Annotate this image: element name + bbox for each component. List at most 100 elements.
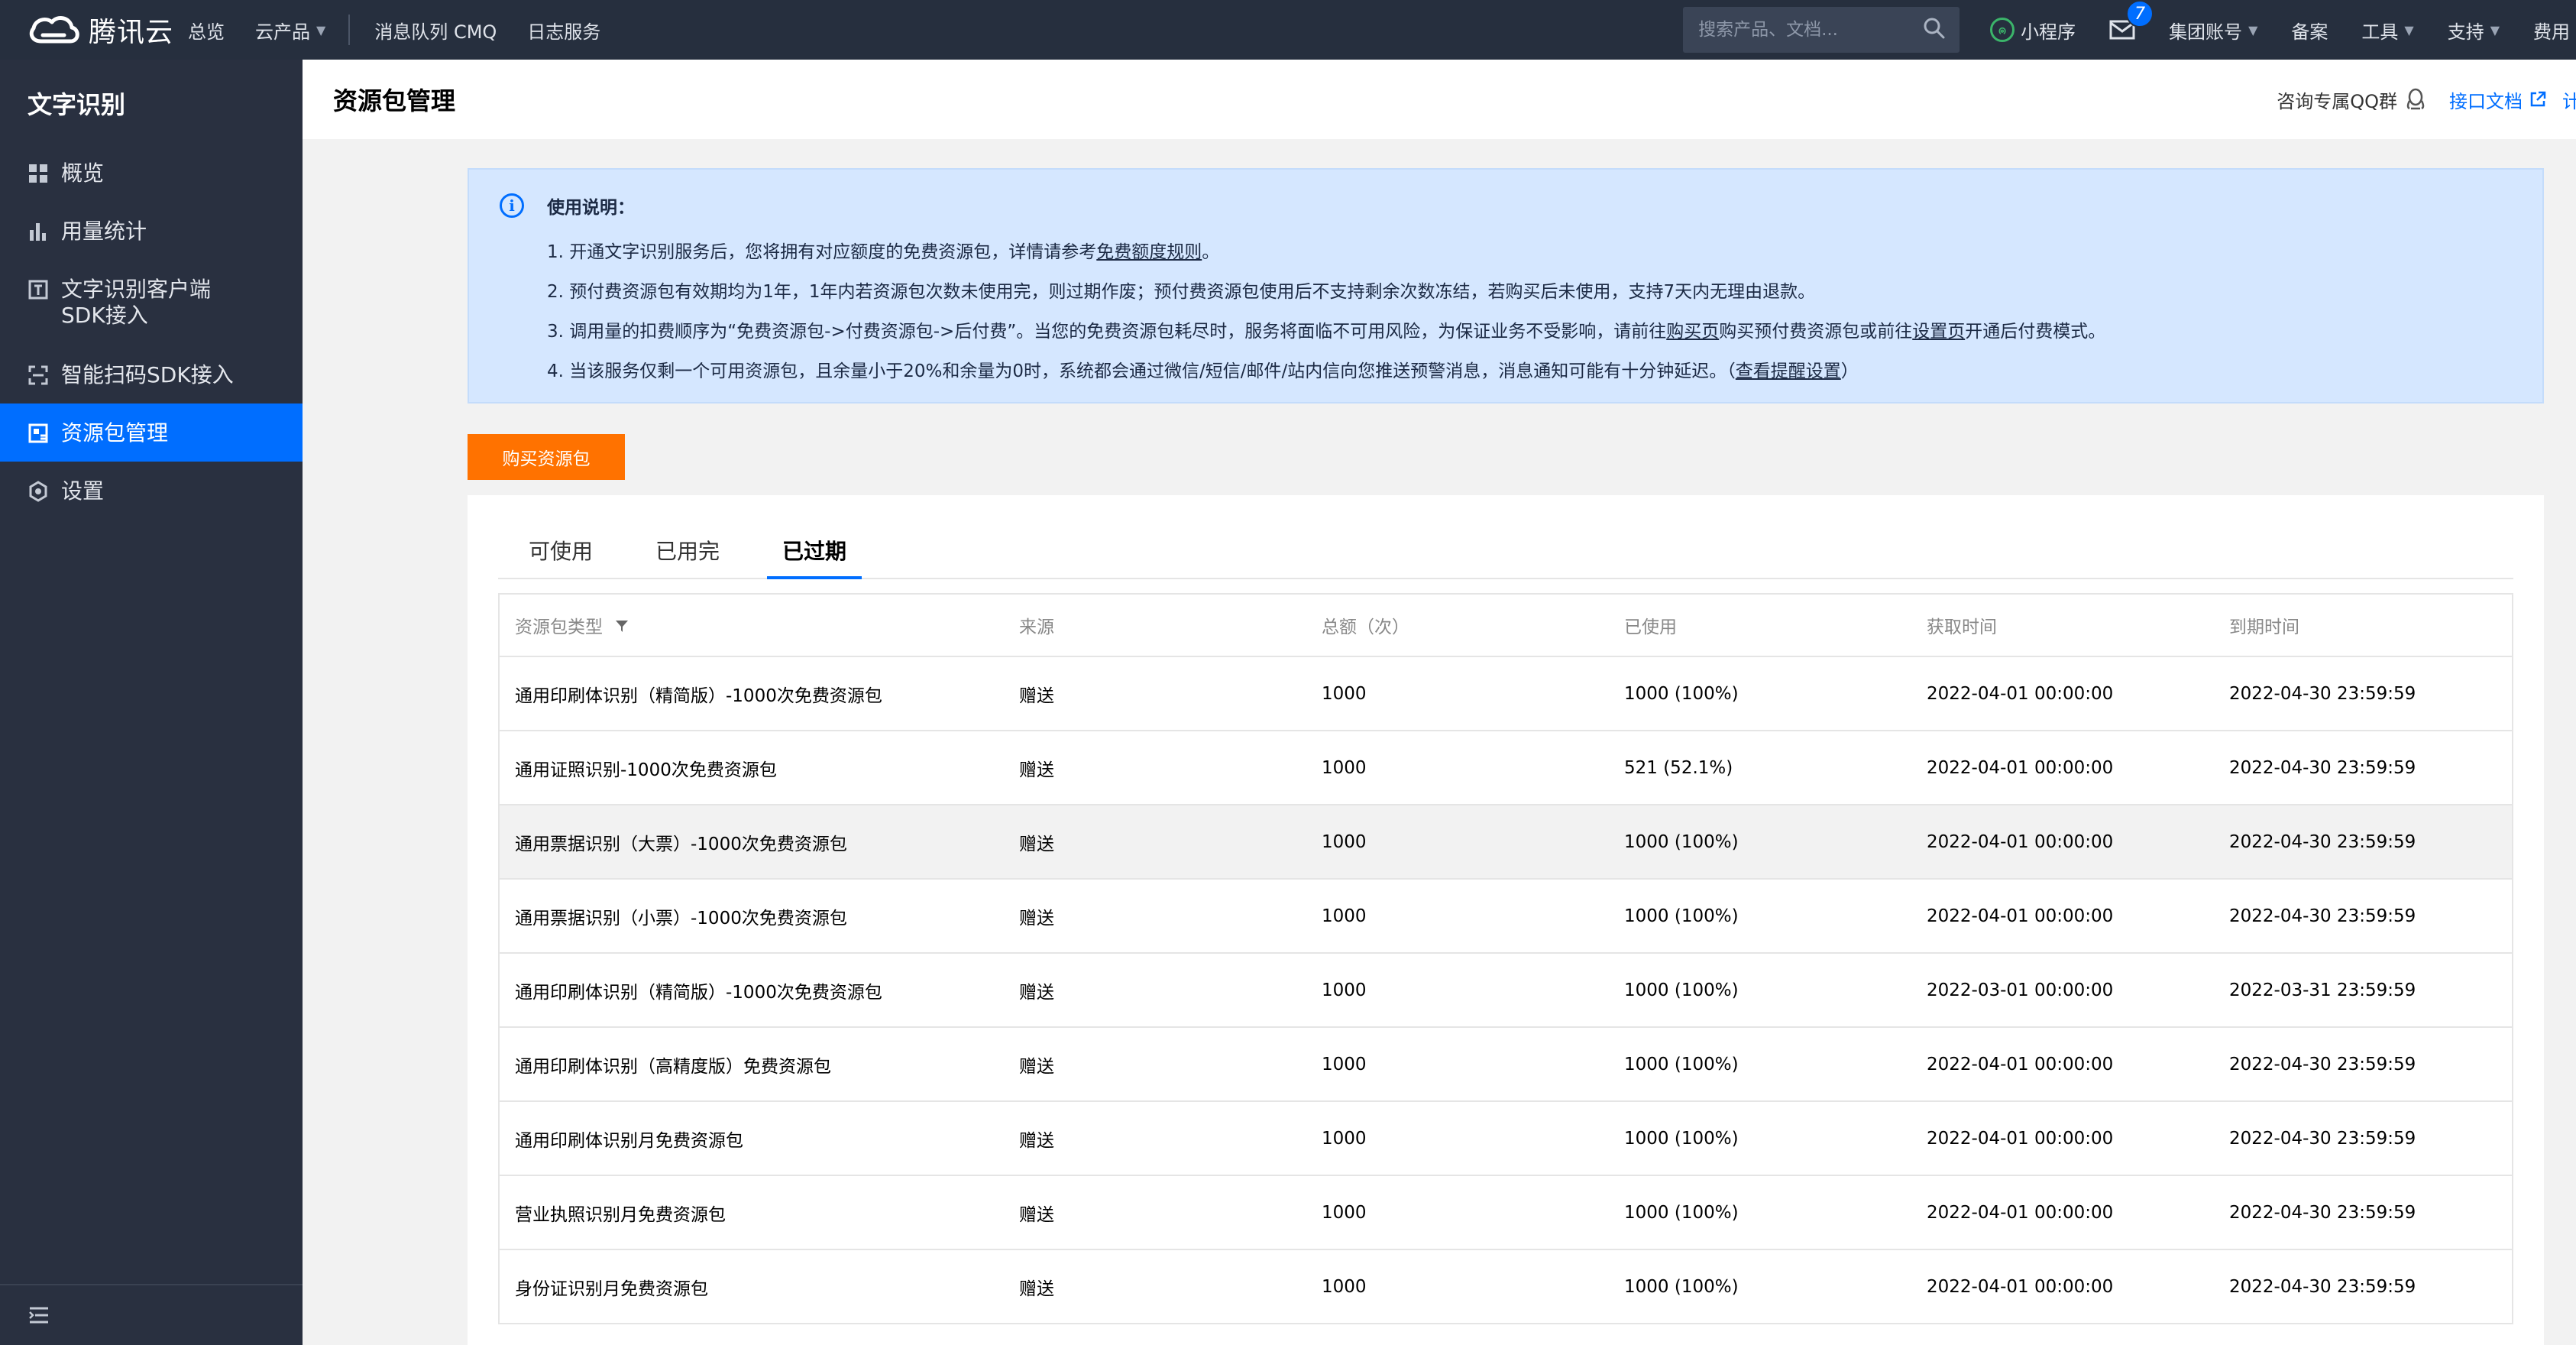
cell-expire-time: 2022-04-30 23:59:59	[2229, 1128, 2416, 1149]
page-header: 资源包管理 咨询专属QQ群 接口文档 计	[303, 60, 2576, 139]
cell-source: 赠送	[1019, 685, 1054, 706]
support-menu[interactable]: 支持 ▼	[2448, 17, 2500, 44]
cell-acquired-time: 2022-04-01 00:00:00	[1927, 1128, 2114, 1149]
nav-cmq[interactable]: 消息队列 CMQ	[374, 17, 497, 44]
caret-down-icon: ▼	[2248, 22, 2258, 37]
support-label: 支持	[2447, 21, 2484, 43]
tab-expired[interactable]: 已过期	[767, 535, 862, 579]
billing-doc-link[interactable]: 计	[2562, 86, 2576, 113]
nav-overview-label: 总览	[188, 21, 225, 43]
table-row[interactable]: 通用印刷体识别（精简版）-1000次免费资源包 赠送 1000 1000 (100%)…	[500, 954, 2512, 1028]
cell-used: 1000 (100%)	[1624, 1202, 1739, 1223]
table-row[interactable]: 通用印刷体识别（高精度版）免费资源包 赠送 1000 1000 (100%) 2022-…	[500, 1028, 2512, 1102]
buy-package-button[interactable]: 购买资源包	[468, 434, 625, 480]
notice-line-2: 2. 预付费资源包有效期均为1年，1年内若资源包次数未使用完，则过期作废；预付费…	[500, 272, 2512, 312]
notice-text: ）	[1840, 361, 1859, 381]
cell-used: 1000 (100%)	[1624, 1054, 1739, 1074]
api-doc-link[interactable]: 接口文档	[2449, 86, 2547, 113]
cell-source: 赠送	[1019, 1130, 1054, 1151]
table-header: 资源包类型 来源 总额（次） 已使用 获取时间 到期时间	[500, 595, 2512, 657]
cell-acquired-time: 2022-04-01 00:00:00	[1927, 683, 2114, 704]
account-menu[interactable]: 集团账号 ▼	[2169, 17, 2257, 44]
notice-text: 。	[1202, 242, 1220, 262]
sidebar-collapse-button[interactable]	[0, 1284, 303, 1345]
purchase-page-link[interactable]: 购买页	[1666, 322, 1719, 342]
qq-penguin-icon	[2406, 88, 2425, 110]
cell-acquired-time: 2022-04-01 00:00:00	[1927, 1276, 2114, 1297]
search-input[interactable]	[1698, 20, 1923, 40]
scan-icon	[28, 362, 61, 388]
cell-package-type: 通用印刷体识别月免费资源包	[515, 1130, 743, 1151]
cell-package-type: 通用票据识别（大票）-1000次免费资源包	[515, 834, 847, 854]
main-content: i 使用说明： 1. 开通文字识别服务后，您将拥有对应额度的免费资源包，详情请参…	[303, 139, 2576, 1345]
text-box-icon	[28, 277, 61, 303]
cell-expire-time: 2022-04-30 23:59:59	[2229, 1276, 2416, 1297]
free-quota-rules-link[interactable]: 免费额度规则	[1096, 242, 1202, 262]
sidebar-item-overview[interactable]: 概览	[0, 144, 303, 202]
nav-log-service[interactable]: 日志服务	[527, 17, 600, 44]
cell-total: 1000	[1322, 1276, 1367, 1297]
nav-products[interactable]: 云产品 ▼	[255, 17, 325, 44]
package-icon	[28, 420, 61, 446]
brand-name: 腾讯云	[89, 17, 174, 48]
cell-source: 赠送	[1019, 1279, 1054, 1299]
table-row[interactable]: 通用印刷体识别月免费资源包 赠送 1000 1000 (100%) 2022-04-01…	[500, 1102, 2512, 1176]
table-row[interactable]: 通用票据识别（大票）-1000次免费资源包 赠送 1000 1000 (100%) 20…	[500, 805, 2512, 880]
search-box	[1683, 7, 1960, 53]
cell-package-type: 身份证识别月免费资源包	[515, 1279, 708, 1299]
table-row[interactable]: 营业执照识别月免费资源包 赠送 1000 1000 (100%) 2022-04-01 …	[500, 1176, 2512, 1250]
sidebar-item-package-management[interactable]: 资源包管理	[0, 404, 303, 462]
col-header-used: 已使用	[1624, 617, 1677, 637]
notice-text: 4. 当该服务仅剩一个可用资源包，且余量小于20%和余量为0时，系统都会通过微信…	[547, 361, 1736, 381]
col-header-label: 资源包类型	[515, 617, 603, 637]
mini-program-link[interactable]: ၐ 小程序	[1990, 17, 2076, 44]
notice-text: 3. 调用量的扣费顺序为“免费资源包->付费资源包->后付费”。当您的免费资源包…	[547, 322, 1667, 342]
cell-expire-time: 2022-04-30 23:59:59	[2229, 757, 2416, 778]
notice-text: 1. 开通文字识别服务后，您将拥有对应额度的免费资源包，详情请参考	[547, 242, 1097, 262]
table-row[interactable]: 通用印刷体识别（精简版）-1000次免费资源包 赠送 1000 1000 (100%)…	[500, 657, 2512, 731]
sidebar-item-scan-sdk[interactable]: 智能扫码SDK接入	[0, 345, 303, 404]
topbar-right: ၐ 小程序 7 集团账号 ▼ 备案 工具 ▼ 支持 ▼ 费用	[1683, 0, 2576, 60]
tab-available[interactable]: 可使用	[513, 535, 608, 579]
table-body: 通用印刷体识别（精简版）-1000次免费资源包 赠送 1000 1000 (100%)…	[500, 657, 2512, 1324]
package-table: 资源包类型 来源 总额（次） 已使用 获取时间 到期时间 通用印刷体识别（精简版…	[498, 593, 2513, 1324]
cell-package-type: 通用证照识别-1000次免费资源包	[515, 760, 777, 780]
cell-used: 1000 (100%)	[1624, 906, 1739, 926]
col-header-source: 来源	[1019, 617, 1054, 637]
col-header-package-type: 资源包类型	[500, 612, 1004, 638]
cell-package-type: 通用印刷体识别（精简版）-1000次免费资源包	[515, 685, 882, 706]
usage-notice: i 使用说明： 1. 开通文字识别服务后，您将拥有对应额度的免费资源包，详情请参…	[468, 168, 2544, 404]
tab-used-up[interactable]: 已用完	[640, 535, 735, 579]
sidebar-item-usage[interactable]: 用量统计	[0, 202, 303, 260]
grid-icon	[28, 160, 61, 186]
sidebar-item-settings[interactable]: 设置	[0, 462, 303, 520]
cell-total: 1000	[1322, 831, 1367, 852]
cell-source: 赠送	[1019, 982, 1054, 1003]
table-row[interactable]: 通用证照识别-1000次免费资源包 赠送 1000 521 (52.1%) 2022-0…	[500, 731, 2512, 805]
sidebar-item-label: 用量统计	[61, 219, 147, 244]
notice-text: 2. 预付费资源包有效期均为1年，1年内若资源包次数未使用完，则过期作废；预付费…	[547, 282, 1816, 302]
settings-page-link[interactable]: 设置页	[1912, 322, 1965, 342]
beian-link[interactable]: 备案	[2291, 17, 2328, 44]
search-icon[interactable]	[1922, 16, 1947, 44]
notice-line-1: 1. 开通文字识别服务后，您将拥有对应额度的免费资源包，详情请参考免费额度规则。	[500, 232, 2512, 272]
top-nav-bar: 腾讯云 总览 云产品 ▼ 消息队列 CMQ 日志服务 ၐ 小程序 7 集团账号 ▼ …	[0, 0, 2576, 60]
table-row[interactable]: 身份证识别月免费资源包 赠送 1000 1000 (100%) 2022-04-01 0…	[500, 1250, 2512, 1324]
sidebar-item-label: 资源包管理	[61, 420, 169, 446]
filter-icon[interactable]	[614, 618, 629, 638]
external-link-icon	[2530, 91, 2546, 107]
mail-button[interactable]: 7	[2109, 0, 2154, 40]
qq-group-link[interactable]: 咨询专属QQ群	[2277, 86, 2426, 113]
cell-used: 1000 (100%)	[1624, 683, 1739, 704]
cell-package-type: 营业执照识别月免费资源包	[515, 1204, 726, 1225]
billing-link[interactable]: 费用	[2533, 17, 2570, 44]
cell-used: 1000 (100%)	[1624, 1128, 1739, 1149]
cell-acquired-time: 2022-04-01 00:00:00	[1927, 1202, 2114, 1223]
table-row[interactable]: 通用票据识别（小票）-1000次免费资源包 赠送 1000 1000 (100%) 20…	[500, 880, 2512, 954]
reminder-settings-link[interactable]: 查看提醒设置	[1736, 361, 1841, 381]
cell-package-type: 通用印刷体识别（精简版）-1000次免费资源包	[515, 982, 882, 1003]
sidebar-item-client-sdk[interactable]: 文字识别客户端 SDK接入	[0, 260, 303, 345]
tools-menu[interactable]: 工具 ▼	[2361, 17, 2413, 44]
nav-overview[interactable]: 总览	[188, 17, 225, 44]
tencent-cloud-logo[interactable]: 腾讯云	[0, 10, 188, 50]
